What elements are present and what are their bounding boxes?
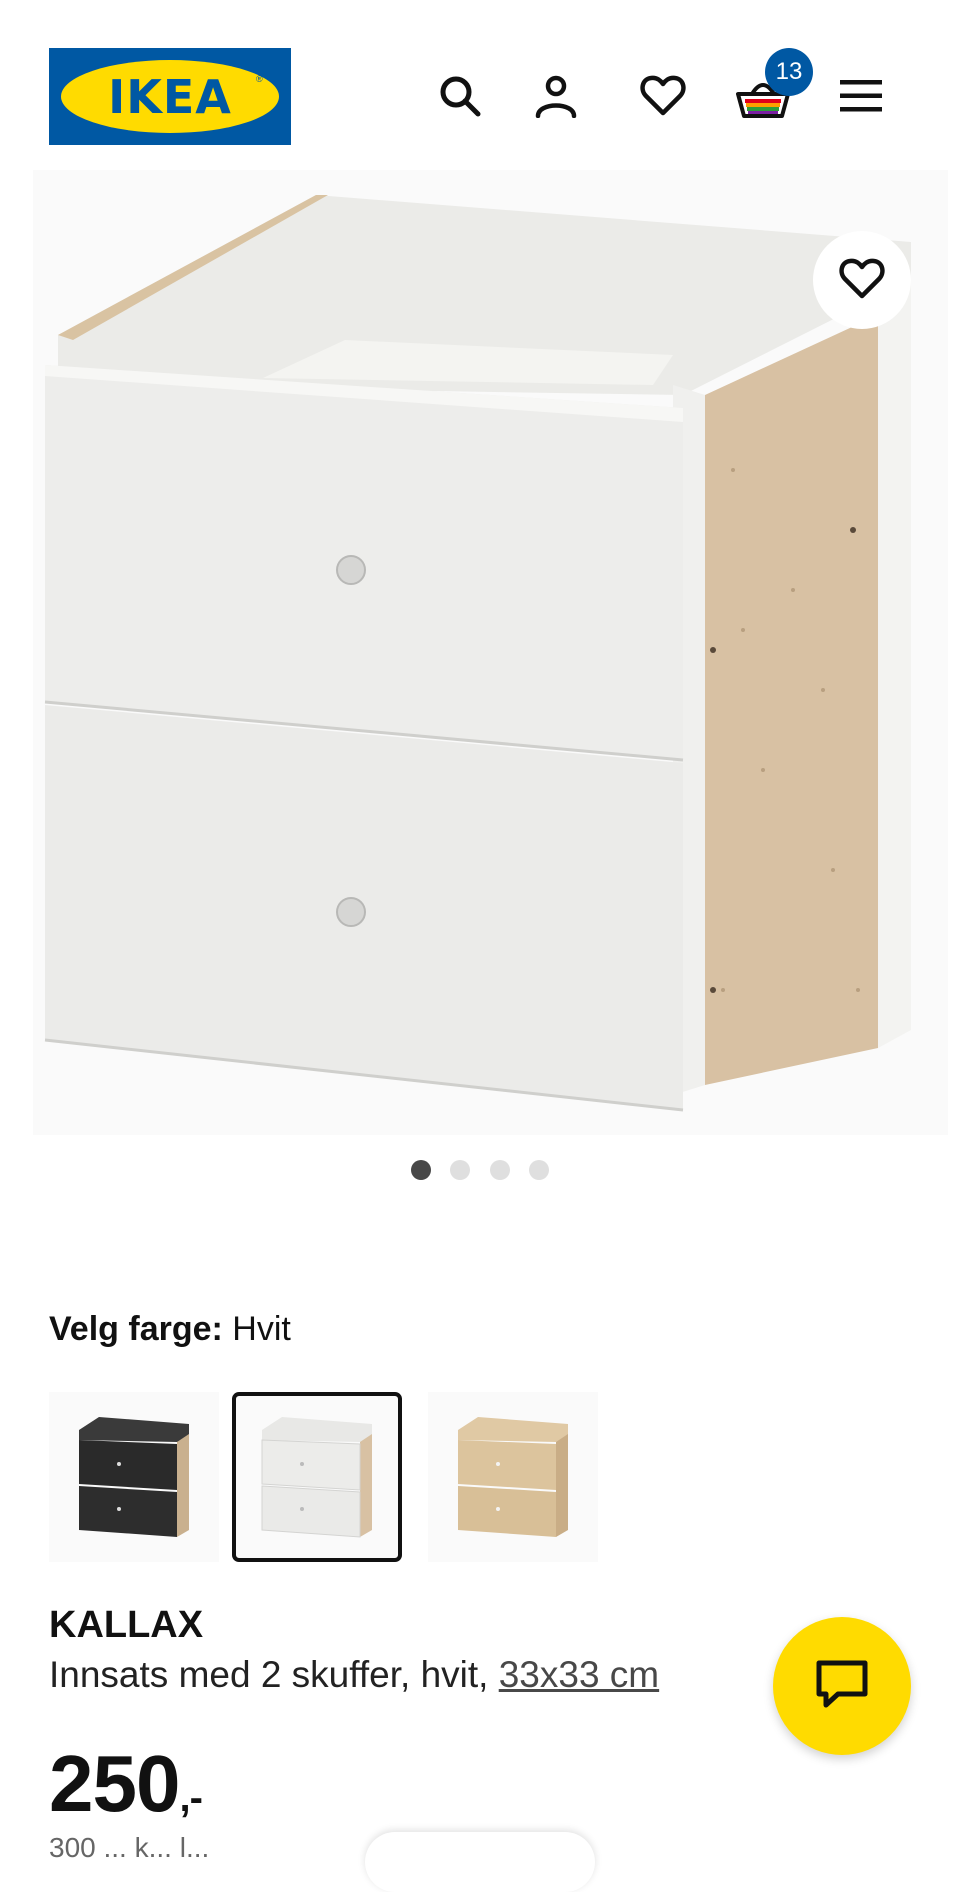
product-description-text: Innsats med 2 skuffer, hvit,: [49, 1654, 499, 1695]
heart-icon[interactable]: [640, 74, 686, 116]
chat-icon: [814, 1658, 870, 1715]
color-label: Velg farge: Hvit: [49, 1310, 291, 1349]
color-option-oak[interactable]: [428, 1392, 598, 1562]
account-icon[interactable]: [535, 74, 577, 118]
gallery-dot-3[interactable]: [490, 1160, 510, 1180]
chat-button[interactable]: [773, 1617, 911, 1755]
size-link[interactable]: 33x33 cm: [499, 1654, 659, 1695]
gallery-dot-2[interactable]: [450, 1160, 470, 1180]
bottom-sticky-pill[interactable]: [365, 1832, 595, 1892]
gallery-dot-4[interactable]: [529, 1160, 549, 1180]
heart-icon: [839, 257, 885, 304]
color-label-value: Hvit: [232, 1310, 291, 1348]
price-suffix: ,-: [179, 1776, 202, 1820]
gallery-dot-1[interactable]: [411, 1160, 431, 1180]
price-value: 250: [49, 1739, 180, 1828]
menu-icon[interactable]: [840, 80, 882, 112]
color-label-title: Velg farge:: [49, 1310, 223, 1348]
price: 250,-: [49, 1738, 203, 1830]
search-icon[interactable]: [438, 74, 482, 118]
color-option-black[interactable]: [49, 1392, 219, 1562]
image-favorite-button[interactable]: [813, 231, 911, 329]
product-name: KALLAX: [49, 1604, 204, 1646]
color-option-white[interactable]: [232, 1392, 402, 1562]
ikea-logo[interactable]: IKEA ®: [49, 48, 291, 145]
logo-text: IKEA: [108, 69, 232, 124]
product-description: Innsats med 2 skuffer, hvit, 33x33 cm: [49, 1654, 659, 1696]
cart-count-badge: 13: [765, 48, 813, 96]
logo-registered-mark: ®: [256, 74, 263, 84]
partial-text: 300 ... k... l...: [49, 1832, 210, 1863]
product-image[interactable]: [33, 170, 948, 1135]
